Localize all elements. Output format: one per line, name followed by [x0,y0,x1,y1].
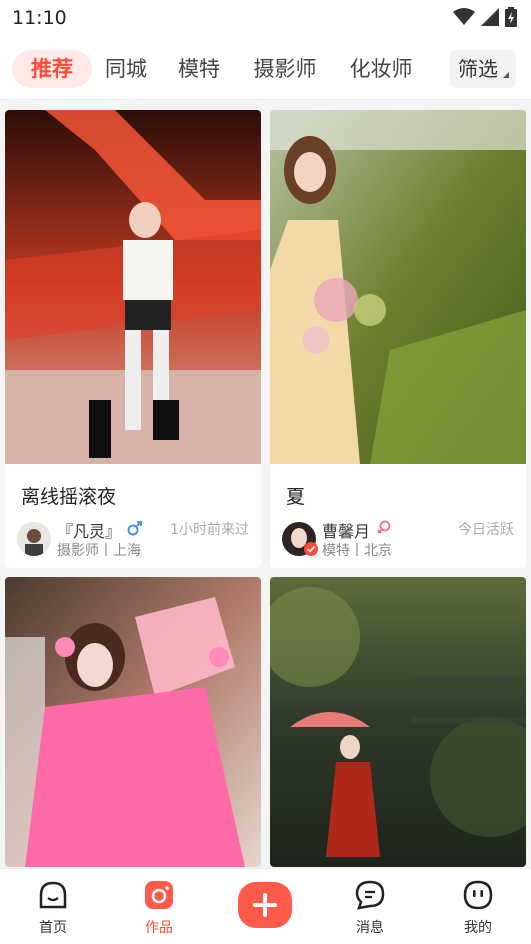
user-role-location: 模特丨北京 [322,543,392,559]
work-title: 离线摇滚夜 [21,486,117,508]
tab-makeup-artist[interactable]: 化妆师 [342,50,420,88]
battery-charging-icon [505,7,517,27]
nav-messages-label: 消息 [356,920,384,936]
filter-corner-icon [503,72,509,78]
nav-works[interactable]: 作品 [129,879,189,937]
tab-photographer[interactable]: 摄影师 [246,50,324,88]
filter-button[interactable]: 筛选 [450,50,516,88]
user-role-location: 摄影师丨上海 [57,543,141,559]
work-photo [5,577,261,867]
nav-home-label: 首页 [39,920,67,936]
status-time: 11:10 [12,7,67,29]
work-card[interactable]: 离线摇滚夜 『凡灵』 1小时前来过 摄影师丨上海 [5,110,261,568]
home-face-icon [39,881,67,909]
active-time: 1小时前来过 [170,522,249,538]
nav-works-label: 作品 [145,920,173,936]
camera-icon [145,881,173,909]
work-photo [270,110,526,464]
user-name[interactable]: 『凡灵』 [57,518,121,542]
work-card[interactable] [270,577,526,867]
user-name[interactable]: 曹馨月 [322,518,370,542]
bottom-nav: 首页 作品 消息 我的 [0,868,531,944]
publish-button[interactable] [238,882,292,928]
nav-profile-label: 我的 [464,920,492,936]
work-photo [5,110,261,464]
tab-same-city[interactable]: 同城 [100,50,152,88]
work-title: 夏 [286,486,306,508]
chat-bubble-icon [355,880,385,910]
status-icons [453,7,517,27]
nav-profile[interactable]: 我的 [448,879,508,937]
work-photo [270,577,526,867]
avatar-image [17,522,51,556]
plus-icon [253,893,277,917]
verified-badge-icon [304,542,318,556]
wifi-icon [453,8,475,25]
avatar[interactable] [17,522,51,556]
male-icon [127,521,142,536]
cellular-signal-icon [481,8,499,26]
nav-messages[interactable]: 消息 [340,879,400,937]
tab-model[interactable]: 模特 [172,50,226,88]
filter-label: 筛选 [458,57,498,81]
tab-recommend[interactable]: 推荐 [12,50,92,88]
nav-home[interactable]: 首页 [23,879,83,937]
category-tabs: 推荐 同城 模特 摄影师 化妆师 筛选 [0,36,531,100]
status-bar: 11:10 [0,0,531,36]
female-icon [377,520,391,534]
profile-face-icon [463,880,493,910]
work-card[interactable]: 夏 曹馨月 今日活跃 模特丨北京 [270,110,526,568]
work-card[interactable] [5,577,261,867]
active-time: 今日活跃 [458,522,514,538]
